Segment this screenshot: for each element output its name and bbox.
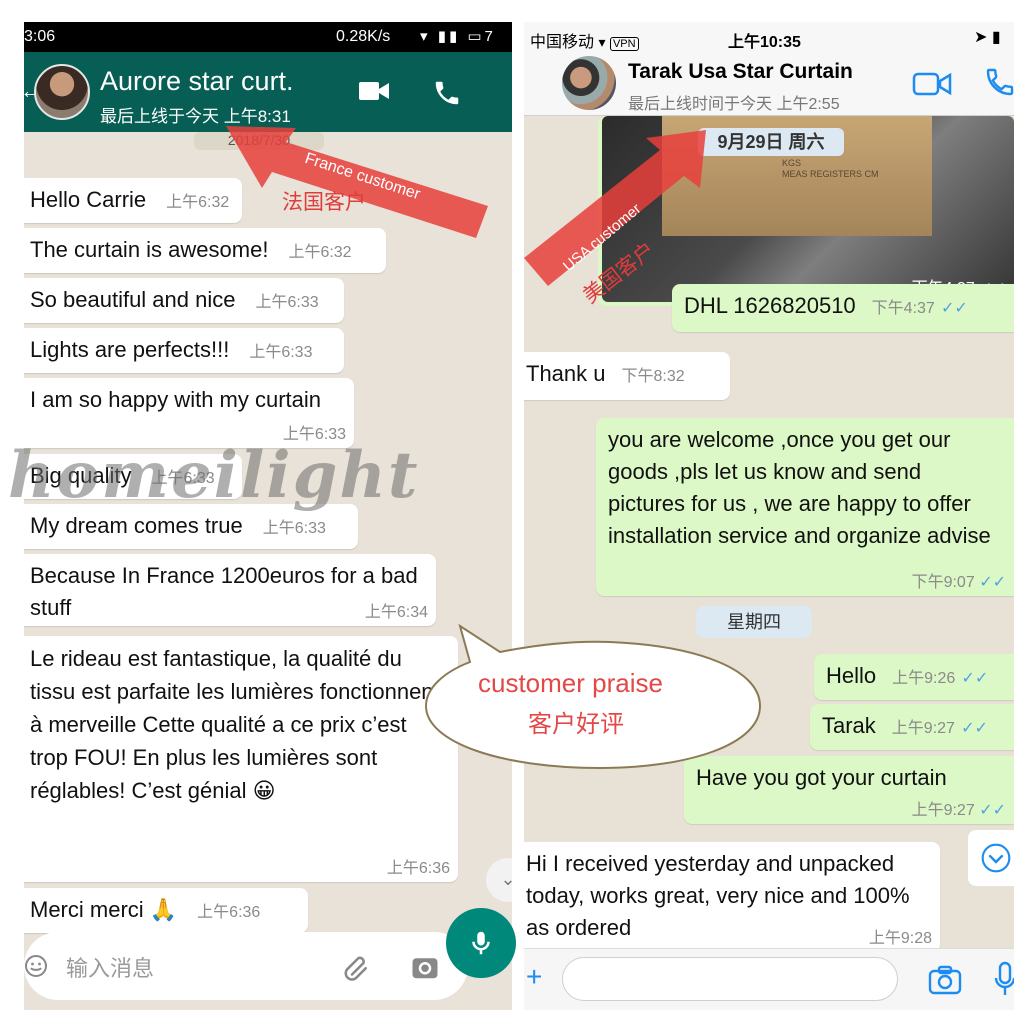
status-bar: 中国移动 ▾ VPN 上午10:35 ➤ ▮ [524,22,1014,52]
chat-header: Tarak Usa Star Curtain 最后上线时间于今天 上午2:55 [524,52,1014,116]
left-chat-screen: 3:06 0.28K/s ▾ ▮▮ ▭7 ← Aurore star curt.… [24,22,512,1010]
praise-label-en: customer praise [478,668,663,698]
mic-icon [472,931,490,955]
message-text: Hello Carrie [30,187,147,212]
scroll-down-button[interactable]: ⌄ [486,858,512,902]
contact-name[interactable]: Tarak Usa Star Curtain [628,60,853,84]
message-text: The curtain is awesome! [30,237,269,262]
message-text: My dream comes true [30,513,243,538]
message-bubble[interactable]: Hi I received yesterday and unpacked tod… [524,842,940,952]
scroll-down-button[interactable] [968,830,1014,886]
message-bubble[interactable]: Le rideau est fantastique, la qualité du… [24,636,458,882]
message-time: 上午6:33 [249,344,313,361]
attach-icon[interactable] [342,952,372,982]
message-bubble[interactable]: Hello Carrie 上午6:32 [24,178,242,223]
watermark: homeilight [8,438,420,513]
message-text: Le rideau est fantastique, la qualité du… [30,646,440,803]
avatar[interactable] [562,56,616,110]
message-bubble[interactable]: The curtain is awesome! 上午6:32 [24,228,386,273]
message-text: Thank u [526,361,606,386]
message-time: 上午9:27 ✓✓ [911,802,1006,819]
message-text: you are welcome ,once you get our goods … [608,427,991,548]
message-time: 上午6:32 [288,244,352,261]
message-bubble[interactable]: Hello 上午9:26 ✓✓ [814,654,1014,700]
phone-call-icon[interactable] [984,66,1014,98]
avatar[interactable] [34,64,90,120]
emoji-icon[interactable] [24,954,48,978]
message-placeholder[interactable]: 输入消息 [66,951,154,983]
carrier-label: 中国移动 ▾ VPN [530,28,639,52]
signal-battery-icon: ▾ ▮▮ ▭7 [420,28,496,45]
status-bar: 3:06 0.28K/s ▾ ▮▮ ▭7 [24,22,512,52]
message-time: 下午9:07 ✓✓ [911,574,1006,591]
praise-label-zh: 客户好评 [528,710,624,738]
message-bubble[interactable]: Thank u 下午8:32 [524,352,730,400]
vpn-badge: VPN [609,37,639,51]
message-text: Have you got your curtain [696,765,947,790]
message-text: Hi I received yesterday and unpacked tod… [526,851,910,940]
message-bubble[interactable]: Merci merci 🙏 上午6:36 [24,888,308,933]
plus-icon[interactable]: + [526,961,542,993]
mic-icon[interactable] [994,961,1014,997]
message-bubble[interactable]: So beautiful and nice 上午6:33 [24,278,344,323]
message-time: 上午6:36 [386,860,450,877]
message-bubble[interactable]: Lights are perfects!!! 上午6:33 [24,328,344,373]
message-text: Because In France 1200euros for a bad st… [30,563,418,620]
message-time: 下午8:32 [621,368,685,385]
message-input-bar[interactable]: 输入消息 [24,932,468,1000]
message-text: Tarak [822,713,876,738]
status-time: 3:06 [24,28,56,45]
read-tick-icon: ✓✓ [961,720,988,737]
france-label-zh: 法国客户 [282,190,366,214]
message-bubble[interactable]: Tarak 上午9:27 ✓✓ [810,704,1014,750]
date-chip: 2018/7/30 [194,132,324,150]
message-time: 下午4:37 [871,300,935,317]
camera-icon[interactable] [410,952,440,982]
message-bubble[interactable]: DHL 1626820510 下午4:37 ✓✓ [672,284,1014,332]
more-options-icon[interactable]: ⋮ [506,76,512,107]
message-text: So beautiful and nice [30,287,236,312]
message-bubble[interactable]: you are welcome ,once you get our goods … [596,418,1014,596]
message-input-bar: + [524,948,1014,1010]
mic-button[interactable] [446,908,516,978]
message-text: Hello [826,663,877,688]
message-time: 上午6:34 [364,604,428,621]
message-bubble[interactable]: Because In France 1200euros for a bad st… [24,554,436,626]
video-call-icon[interactable] [359,80,389,102]
chat-header: ← Aurore star curt. 最后上线于今天 上午8:31 ⋮ [24,52,512,132]
camera-icon[interactable] [928,965,962,995]
message-time: 上午6:33 [255,294,319,311]
message-time: 上午6:33 [262,520,326,537]
contact-name[interactable]: Aurore star curt. [100,66,294,97]
network-rate: 0.28K/s [336,28,391,45]
message-time: 上午9:28 [868,930,932,947]
right-chat-screen: 中国移动 ▾ VPN 上午10:35 ➤ ▮ Tarak Usa Star Cu… [524,22,1014,1010]
day-chip: 星期四 [696,606,812,638]
chevron-down-icon [981,843,1011,873]
message-text: Merci merci 🙏 [30,897,178,922]
message-text: Lights are perfects!!! [30,337,230,362]
phone-call-icon[interactable] [432,78,462,108]
status-time: 上午10:35 [728,34,801,51]
message-time: 上午6:32 [166,194,230,211]
message-text: I am so happy with my curtain [30,387,322,412]
last-seen: 最后上线于今天 上午8:31 [100,107,291,126]
message-text: DHL 1626820510 [684,293,856,318]
message-time: 上午9:26 [892,670,956,687]
message-input[interactable] [562,957,898,1001]
read-tick-icon: ✓✓ [940,300,968,317]
message-bubble[interactable]: Have you got your curtain 上午9:27 ✓✓ [684,756,1014,824]
video-call-icon[interactable] [912,70,952,98]
message-time: 上午6:36 [197,904,261,921]
read-tick-icon: ✓✓ [961,670,989,687]
last-seen: 最后上线时间于今天 上午2:55 [628,96,840,113]
date-chip: 9月29日 周六 [698,128,844,156]
message-time: 上午9:27 [891,720,955,737]
screenshot-collage: 3:06 0.28K/s ▾ ▮▮ ▭7 ← Aurore star curt.… [0,0,1014,1016]
location-battery-icon: ➤ ▮ [974,29,1001,46]
